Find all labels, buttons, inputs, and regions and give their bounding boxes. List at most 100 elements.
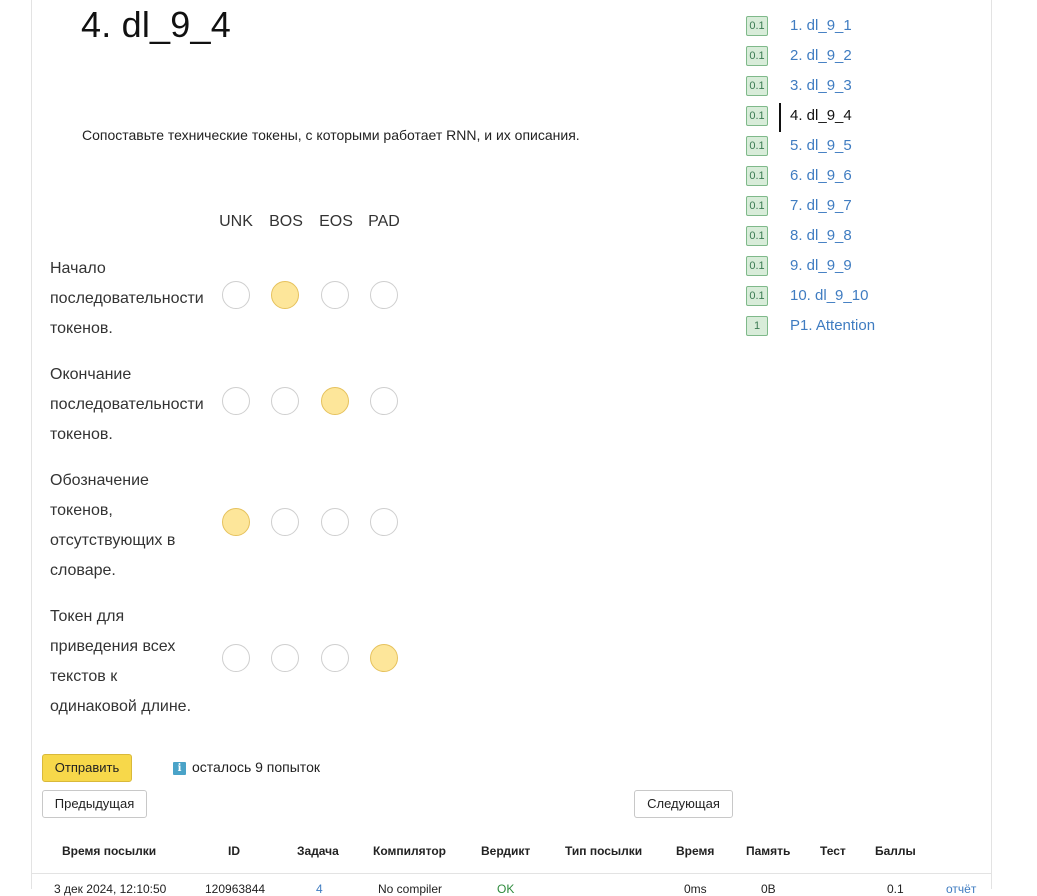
label-line: токенов. bbox=[50, 320, 113, 337]
problem-statement: Сопоставьте технические токены, с которы… bbox=[82, 127, 580, 143]
column-header-bos: BOS bbox=[269, 213, 303, 230]
score-badge: 0.1 bbox=[746, 196, 768, 216]
label-line: Начало bbox=[50, 260, 106, 277]
column-header-pad: PAD bbox=[368, 213, 400, 230]
nav-item-p1-attention[interactable]: 1 P1. Attention bbox=[746, 314, 986, 338]
score-badge: 0.1 bbox=[746, 166, 768, 186]
label-line: последовательности bbox=[50, 290, 204, 307]
score-badge: 0.1 bbox=[746, 286, 768, 306]
label-line: Токен для bbox=[50, 608, 125, 625]
radio-row1-bos[interactable] bbox=[271, 281, 299, 309]
label-line: последовательности bbox=[50, 396, 204, 413]
nav-link[interactable]: 4. dl_9_4 bbox=[790, 107, 852, 124]
nav-item-dl-9-10[interactable]: 0.1 10. dl_9_10 bbox=[746, 284, 986, 308]
radio-row3-unk[interactable] bbox=[222, 508, 250, 536]
submission-report-link[interactable]: отчёт bbox=[946, 882, 976, 896]
nav-link[interactable]: 10. dl_9_10 bbox=[790, 287, 868, 304]
score-badge: 0.1 bbox=[746, 46, 768, 66]
column-header-unk: UNK bbox=[219, 213, 253, 230]
matching-row-label: Токен для приведения всех текстов к один… bbox=[50, 602, 210, 722]
nav-item-dl-9-8[interactable]: 0.1 8. dl_9_8 bbox=[746, 224, 986, 248]
score-badge: 0.1 bbox=[746, 256, 768, 276]
submission-id: 120963844 bbox=[205, 882, 266, 896]
current-indicator bbox=[779, 103, 781, 132]
nav-link[interactable]: 1. dl_9_1 bbox=[790, 17, 852, 34]
submission-task[interactable]: 4 bbox=[316, 882, 323, 896]
radio-row2-bos[interactable] bbox=[271, 387, 299, 415]
submissions-table-header: Время посылки ID Задача Компилятор Верди… bbox=[31, 830, 992, 874]
column-header: Тест bbox=[820, 844, 846, 858]
nav-item-dl-9-2[interactable]: 0.1 2. dl_9_2 bbox=[746, 44, 986, 68]
nav-link[interactable]: 6. dl_9_6 bbox=[790, 167, 852, 184]
matching-row-label: Обозначение токенов, отсутствующих в сло… bbox=[50, 466, 210, 586]
nav-item-dl-9-1[interactable]: 0.1 1. dl_9_1 bbox=[746, 14, 986, 38]
submission-score: 0.1 bbox=[887, 882, 904, 896]
radio-row4-unk[interactable] bbox=[222, 644, 250, 672]
column-header: Задача bbox=[297, 844, 339, 858]
radio-row2-eos[interactable] bbox=[321, 387, 349, 415]
score-badge: 0.1 bbox=[746, 226, 768, 246]
column-header: Компилятор bbox=[373, 844, 447, 858]
nav-link[interactable]: 2. dl_9_2 bbox=[790, 47, 852, 64]
score-badge: 0.1 bbox=[746, 16, 768, 36]
nav-item-dl-9-7[interactable]: 0.1 7. dl_9_7 bbox=[746, 194, 986, 218]
submission-time: 3 дек 2024, 12:10:50 bbox=[54, 882, 167, 896]
label-line: приведения всех bbox=[50, 638, 176, 655]
nav-link[interactable]: 8. dl_9_8 bbox=[790, 227, 852, 244]
radio-row4-pad[interactable] bbox=[370, 644, 398, 672]
column-header: Время bbox=[676, 844, 715, 858]
score-badge: 0.1 bbox=[746, 106, 768, 126]
submission-run-time: 0ms bbox=[684, 882, 707, 896]
score-badge: 1 bbox=[746, 316, 768, 336]
label-line: токенов. bbox=[50, 426, 113, 443]
nav-link[interactable]: 9. dl_9_9 bbox=[790, 257, 852, 274]
column-header-eos: EOS bbox=[319, 213, 353, 230]
nav-item-dl-9-3[interactable]: 0.1 3. dl_9_3 bbox=[746, 74, 986, 98]
label-line: текстов к bbox=[50, 668, 118, 685]
submission-compiler: No compiler bbox=[378, 882, 443, 896]
radio-row3-bos[interactable] bbox=[271, 508, 299, 536]
column-header: Тип посылки bbox=[565, 844, 643, 858]
nav-link[interactable]: 3. dl_9_3 bbox=[790, 77, 852, 94]
nav-item-dl-9-9[interactable]: 0.1 9. dl_9_9 bbox=[746, 254, 986, 278]
submission-memory: 0B bbox=[761, 882, 776, 896]
nav-item-dl-9-6[interactable]: 0.1 6. dl_9_6 bbox=[746, 164, 986, 188]
submission-verdict: OK bbox=[497, 882, 515, 896]
next-button[interactable]: Следующая bbox=[634, 790, 733, 818]
radio-row3-pad[interactable] bbox=[370, 508, 398, 536]
label-line: Обозначение bbox=[50, 472, 149, 489]
nav-link[interactable]: 5. dl_9_5 bbox=[790, 137, 852, 154]
radio-row1-unk[interactable] bbox=[222, 281, 250, 309]
column-header: ID bbox=[228, 844, 240, 858]
label-line: Окончание bbox=[50, 366, 132, 383]
nav-link[interactable]: 7. dl_9_7 bbox=[790, 197, 852, 214]
radio-row4-bos[interactable] bbox=[271, 644, 299, 672]
label-line: отсутствующих в bbox=[50, 532, 176, 549]
matching-row-label: Окончание последовательности токенов. bbox=[50, 360, 210, 450]
score-badge: 0.1 bbox=[746, 136, 768, 156]
attempts-info: i осталось 9 попыток bbox=[173, 759, 320, 775]
column-header: Баллы bbox=[875, 844, 916, 858]
nav-item-dl-9-4[interactable]: 0.1 4. dl_9_4 bbox=[746, 103, 986, 132]
previous-button[interactable]: Предыдущая bbox=[42, 790, 147, 818]
label-line: словаре. bbox=[50, 562, 116, 579]
matching-row-label: Начало последовательности токенов. bbox=[50, 254, 210, 344]
radio-row1-pad[interactable] bbox=[370, 281, 398, 309]
radio-row1-eos[interactable] bbox=[321, 281, 349, 309]
radio-row3-eos[interactable] bbox=[321, 508, 349, 536]
radio-row4-eos[interactable] bbox=[321, 644, 349, 672]
score-badge: 0.1 bbox=[746, 76, 768, 96]
nav-item-dl-9-5[interactable]: 0.1 5. dl_9_5 bbox=[746, 134, 986, 158]
column-header: Вердикт bbox=[481, 844, 531, 858]
info-icon: i bbox=[173, 762, 186, 775]
label-line: одинаковой длине. bbox=[50, 698, 192, 715]
attempts-text: осталось 9 попыток bbox=[192, 759, 320, 775]
column-header: Память bbox=[746, 844, 791, 858]
radio-row2-unk[interactable] bbox=[222, 387, 250, 415]
submit-button[interactable]: Отправить bbox=[42, 754, 132, 782]
label-line: токенов, bbox=[50, 502, 113, 519]
column-header: Время посылки bbox=[62, 844, 157, 858]
nav-link[interactable]: P1. Attention bbox=[790, 317, 875, 334]
problem-title: 4. dl_9_4 bbox=[81, 4, 231, 45]
radio-row2-pad[interactable] bbox=[370, 387, 398, 415]
